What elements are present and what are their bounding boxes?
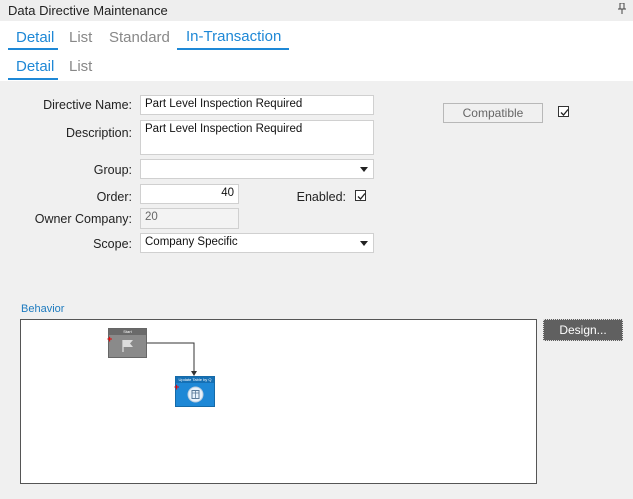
scope-value: Company Specific	[145, 236, 238, 248]
subtab-detail-underline	[8, 78, 58, 80]
checkmark-icon	[357, 193, 366, 200]
directive-name-field[interactable]: Part Level Inspection Required	[140, 95, 374, 115]
start-node[interactable]: Start +	[107, 328, 147, 358]
chevron-down-icon	[360, 167, 368, 172]
group-dropdown[interactable]	[140, 159, 374, 179]
update-table-node[interactable]: Update Table by Q +	[174, 376, 215, 407]
title-bar: Data Directive Maintenance	[0, 0, 633, 21]
behavior-canvas[interactable]: Start + Update Table by Q +	[20, 319, 537, 484]
update-table-node-title: Update Table by Q	[176, 377, 214, 383]
enabled-label: Enabled:	[296, 190, 346, 204]
enabled-checkbox[interactable]	[355, 190, 366, 201]
order-label: Order:	[96, 190, 132, 204]
scope-label: Scope:	[93, 237, 132, 251]
add-icon: +	[174, 382, 180, 392]
pin-icon[interactable]	[617, 3, 627, 15]
scope-dropdown[interactable]: Company Specific	[140, 233, 374, 253]
checkmark-icon	[560, 109, 569, 116]
tab-list[interactable]: List	[69, 29, 92, 46]
window-title: Data Directive Maintenance	[8, 3, 168, 18]
order-field[interactable]: 40	[140, 184, 239, 204]
table-update-icon	[187, 386, 204, 403]
secondary-tab-bar: Detail List	[0, 50, 633, 81]
directive-name-label: Directive Name:	[43, 98, 132, 112]
description-label: Description:	[66, 126, 132, 140]
group-label: Group:	[93, 163, 132, 177]
design-button[interactable]: Design...	[543, 319, 623, 341]
compatible-button[interactable]: Compatible	[443, 103, 543, 123]
tab-standard[interactable]: Standard	[109, 29, 170, 46]
chevron-down-icon	[360, 241, 368, 246]
owner-company-field: 20	[140, 208, 239, 229]
description-field[interactable]: Part Level Inspection Required	[140, 120, 374, 155]
subtab-list[interactable]: List	[69, 58, 92, 75]
workflow-connector	[147, 342, 197, 376]
behavior-label: Behavior	[21, 303, 65, 315]
tab-in-transaction[interactable]: In-Transaction	[186, 28, 281, 45]
flag-icon	[122, 340, 133, 352]
compatible-checkbox[interactable]	[558, 106, 569, 117]
primary-tab-bar: Detail List Standard In-Transaction	[0, 21, 633, 50]
owner-company-label: Owner Company:	[34, 212, 132, 226]
subtab-detail[interactable]: Detail	[16, 58, 54, 75]
start-node-title: Start	[109, 329, 146, 335]
tab-detail[interactable]: Detail	[16, 29, 54, 46]
add-icon: +	[107, 334, 113, 344]
